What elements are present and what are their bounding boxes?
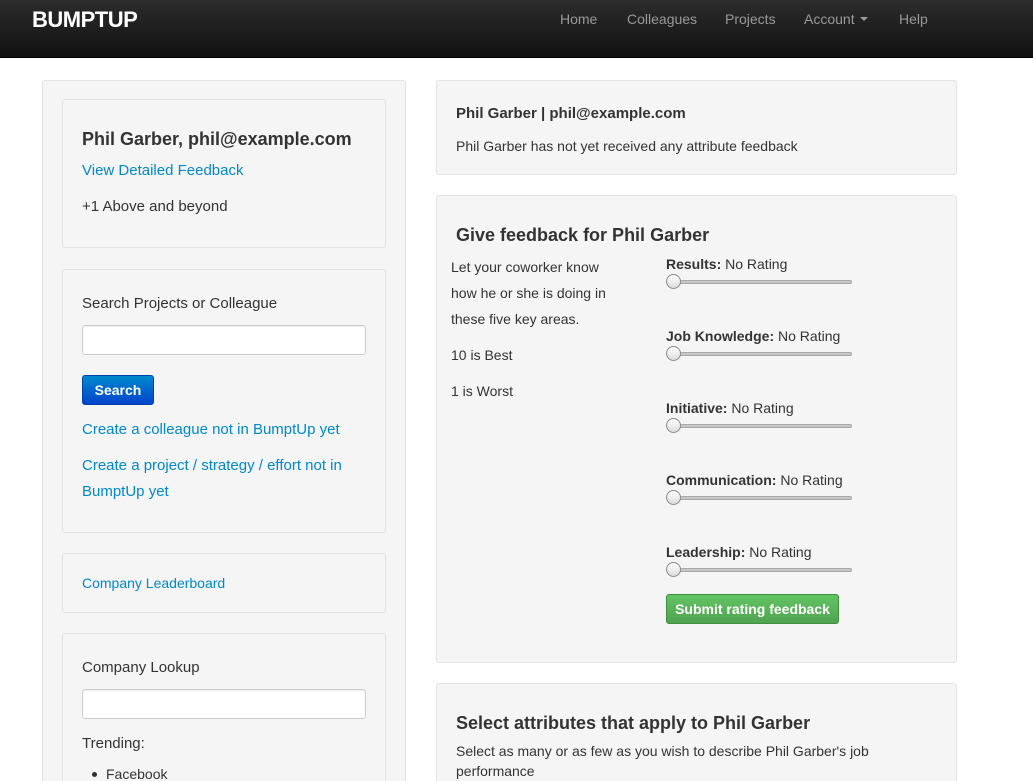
job-knowledge-slider-track[interactable] [667,352,852,356]
profile-card: Phil Garber, phil@example.com View Detai… [62,99,386,248]
trending-item[interactable]: Facebook [92,766,167,781]
initiative-label: Initiative: [666,400,728,416]
best-label: 10 is Best [451,347,513,363]
nav-account-label: Account [804,11,855,27]
attributes-title: Select attributes that apply to Phil Gar… [456,713,811,733]
feedback-card: Give feedback for Phil Garber Let your c… [436,195,957,663]
job-knowledge-label: Job Knowledge: [666,328,775,344]
search-input[interactable] [82,325,366,355]
nav-colleagues[interactable]: Colleagues [627,11,697,27]
company-lookup-label: Company Lookup [82,659,200,676]
leadership-value: No Rating [749,544,812,560]
nav-home[interactable]: Home [560,11,597,27]
summary-card: Phil Garber | phil@example.com Phil Garb… [436,80,957,175]
nav-account-dropdown[interactable]: Account [804,11,868,27]
attributes-desc-line2: performance [456,763,535,779]
profile-attribute: +1 Above and beyond [82,198,228,215]
main-nav: Home Colleagues Projects Account Help [0,11,1033,31]
create-project-link-cont[interactable]: BumptUp yet [82,483,169,500]
submit-rating-button[interactable]: Submit rating feedback [666,594,839,624]
attributes-desc-line1: Select as many or as few as you wish to … [456,743,869,759]
search-card: Search Projects or Colleague Search Crea… [62,269,386,533]
caret-down-icon [859,17,868,22]
results-slider-handle[interactable] [666,274,681,289]
leaderboard-card: Company Leaderboard [62,553,386,613]
bullet-icon [92,771,97,777]
initiative-value: No Rating [731,400,794,416]
job-knowledge-rating-label: Job Knowledge: No Rating [666,328,840,344]
profile-name: Phil Garber, phil@example.com [82,129,352,149]
create-project-link[interactable]: Create a project / strategy / effort not… [82,457,342,474]
initiative-slider-handle[interactable] [666,418,681,433]
initiative-slider-track[interactable] [667,424,852,428]
leadership-label: Leadership: [666,544,746,560]
leadership-slider-track[interactable] [667,568,852,572]
summary-title: Phil Garber | phil@example.com [456,105,686,122]
results-slider-track[interactable] [667,280,852,284]
nav-help[interactable]: Help [899,11,928,27]
communication-slider-track[interactable] [667,496,852,500]
trending-item-label: Facebook [106,766,168,781]
communication-value: No Rating [780,472,843,488]
communication-slider-handle[interactable] [666,490,681,505]
feedback-intro-line2: how he or she is doing in [451,285,606,301]
results-rating-label: Results: No Rating [666,256,787,272]
search-label: Search Projects or Colleague [82,295,278,312]
worst-label: 1 is Worst [451,383,513,399]
trending-label: Trending: [82,735,145,752]
communication-rating-label: Communication: No Rating [666,472,843,488]
nav-projects[interactable]: Projects [725,11,776,27]
results-value: No Rating [725,256,788,272]
summary-message: Phil Garber has not yet received any att… [456,138,798,154]
initiative-rating-label: Initiative: No Rating [666,400,794,416]
results-label: Results: [666,256,722,272]
job-knowledge-value: No Rating [778,328,841,344]
company-lookup-card: Company Lookup Trending: Facebook [62,633,386,781]
top-navbar: BUMPTUP Home Colleagues Projects Account… [0,0,1033,58]
attributes-card: Select attributes that apply to Phil Gar… [436,683,957,781]
feedback-intro-line3: these five key areas. [451,311,580,327]
company-leaderboard-link[interactable]: Company Leaderboard [82,575,225,591]
leadership-rating-label: Leadership: No Rating [666,544,812,560]
leadership-slider-handle[interactable] [666,562,681,577]
job-knowledge-slider-handle[interactable] [666,346,681,361]
view-detailed-feedback-link[interactable]: View Detailed Feedback [82,162,243,179]
create-colleague-link[interactable]: Create a colleague not in BumptUp yet [82,421,340,438]
company-lookup-input[interactable] [82,689,366,719]
search-button[interactable]: Search [82,375,154,405]
feedback-intro-line1: Let your coworker know [451,259,599,275]
communication-label: Communication: [666,472,777,488]
feedback-title: Give feedback for Phil Garber [456,225,710,245]
